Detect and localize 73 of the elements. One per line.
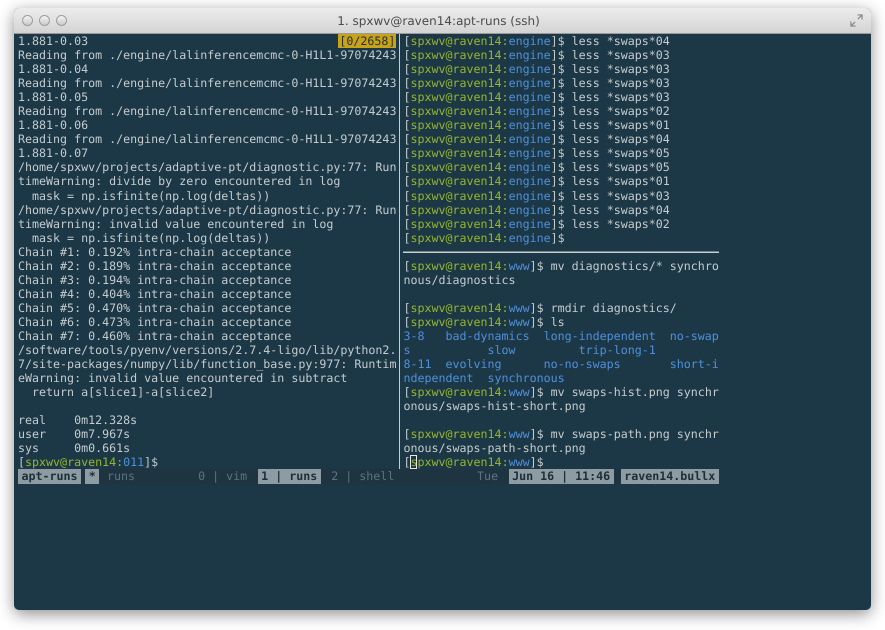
terminal-line: [s pxwv@raven14:www]$ (403, 455, 544, 470)
status-item: raven14.bullx (620, 469, 719, 484)
terminal-line: [spxwv@raven14:011]$ (18, 455, 158, 470)
terminal-line: 1.881-0.04 (18, 62, 88, 76)
terminal-line: 8-11 evolving no-no-swaps short-i (403, 357, 719, 372)
terminal-line: real 0m12.328s (18, 413, 138, 428)
terminal-line: Reading from ./engine/lalinferencemcmc-0-H1L1-97074243 (18, 48, 396, 62)
terminal-line: Chain #3: 0.194% intra-chain acceptance (18, 272, 292, 287)
terminal-line: mask = np.isfinite(np.log(deltas)) (31, 188, 270, 203)
terminal-line: [spxwv@raven14:engine]$ less *swaps*03 (403, 48, 670, 62)
terminal-line: 1.881-0.03 (18, 34, 88, 48)
terminal-line: onous/swaps-path-short.png (403, 441, 586, 456)
terminal-line: [spxwv@raven14:www]$ mv diagnostics/* synchro (403, 258, 719, 273)
fullscreen-icon[interactable] (850, 14, 863, 27)
terminal-line: Chain #1: 0.192% intra-chain acceptance (18, 244, 292, 259)
terminal-line: s slow trip-long-1 (403, 343, 656, 358)
status-item: * (85, 469, 100, 484)
terminal-line: /software/tools/pyenv/versions/2.7.4-ligo/lib/python2. (18, 343, 396, 358)
window-tab[interactable]: 1 | runs (258, 469, 321, 484)
terminal-line: ndependent synchronous (403, 371, 565, 386)
terminal-line: 1.881-0.06 (18, 118, 88, 132)
window-tab[interactable]: 2 | shell (328, 469, 398, 484)
terminal-line: [spxwv@raven14:engine]$ less *swaps*03 (403, 90, 670, 104)
terminal-line: [spxwv@raven14:engine]$ less *swaps*03 (403, 188, 670, 203)
status-item: apt-runs (18, 469, 82, 484)
terminal-line: [spxwv@raven14:engine]$ less *swaps*04 (403, 202, 670, 217)
terminal-line: nous/diagnostics (403, 272, 516, 287)
terminal-line: [spxwv@raven14:engine]$ less *swaps*03 (403, 76, 670, 90)
terminal-line: return a[slice1]-a[slice2] (31, 385, 214, 400)
terminal-line: [spxwv@raven14:engine]$ less *swaps*02 (403, 216, 670, 231)
terminal-line: [spxwv@raven14:www]$ ls (403, 314, 565, 329)
terminal-line: eWarning: invalid value encountered in subtract (18, 371, 348, 386)
terminal-line: [spxwv@raven14:www]$ rmdir diagnostics/ (403, 300, 677, 315)
terminal-line: sys 0m0.661s (18, 441, 130, 456)
status-item: Jun 16 | 11:46 (508, 469, 614, 484)
terminal-line: user 0m7.967s (18, 427, 130, 442)
terminal-line: /home/spxwv/projects/adaptive-pt/diagnostic.py:77: Run (18, 202, 396, 217)
terminal-line: Chain #5: 0.470% intra-chain acceptance (18, 300, 292, 315)
terminal-line: [spxwv@raven14:www]$ mv swaps-hist.png synchr (403, 385, 719, 400)
terminal-line: 3-8 bad-dynamics long-independent no-swap (403, 328, 719, 344)
terminal-line: 1.881-0.05 (18, 90, 88, 104)
terminal-line: [spxwv@raven14:engine]$ less *swaps*03 (403, 62, 670, 76)
terminal-line: onous/swaps-hist-short.png (403, 399, 586, 414)
terminal-line: Chain #2: 0.189% intra-chain acceptance (18, 258, 292, 273)
window-tab[interactable]: 0 | vim (194, 469, 251, 484)
terminal-line: 7/site-packages/numpy/lib/function_base.py:977: Runtim (18, 357, 396, 372)
terminal-line: 1.881-0.07 (18, 146, 88, 160)
terminal-line: [spxwv@raven14:engine]$ less *swaps*04 (403, 34, 670, 48)
terminal-line: Chain #7: 0.460% intra-chain acceptance (18, 328, 292, 344)
terminal-line: Chain #6: 0.473% intra-chain acceptance (18, 314, 292, 329)
terminal-line: Reading from ./engine/lalinferencemcmc-0-H1L1-97074243 (18, 132, 396, 146)
position-badge: [0/2658] (338, 34, 396, 48)
terminal-line: timeWarning: divide by zero encountered in log (18, 174, 340, 189)
terminal-line: [spxwv@raven14:engine]$ less *swaps*01 (403, 118, 670, 132)
terminal-line: Reading from ./engine/lalinferencemcmc-0-H1L1-97074243 (18, 76, 396, 90)
terminal-line: [spxwv@raven14:engine]$ less *swaps*01 (403, 174, 670, 189)
terminal-line: timeWarning: invalid value encountered in log (18, 216, 334, 231)
close-button[interactable] (22, 15, 33, 26)
terminal-line: [spxwv@raven14:engine]$ less *swaps*02 (403, 104, 670, 118)
terminal-line: [spxwv@raven14:www]$ mv swaps-path.png synchr (403, 427, 719, 442)
terminal-line: [spxwv@raven14:engine]$ (403, 230, 565, 245)
status-item: Tue (476, 469, 500, 484)
terminal-line: /home/spxwv/projects/adaptive-pt/diagnostic.py:77: Run (18, 160, 396, 174)
terminal-line: mask = np.isfinite(np.log(deltas)) (31, 230, 270, 245)
terminal-line: Reading from ./engine/lalinferencemcmc-0-H1L1-97074243 (18, 104, 396, 118)
minimize-button[interactable] (39, 15, 50, 26)
terminal-line: [spxwv@raven14:engine]$ less *swaps*05 (403, 160, 670, 174)
terminal-line: Chain #4: 0.404% intra-chain acceptance (18, 286, 292, 301)
status-item: runs (106, 469, 136, 484)
zoom-button[interactable] (56, 15, 67, 26)
terminal-line: [spxwv@raven14:engine]$ less *swaps*04 (403, 132, 670, 146)
window-title: 1. spxwv@raven14:apt-runs (ssh) (336, 14, 541, 28)
terminal-line: [spxwv@raven14:engine]$ less *swaps*05 (403, 146, 670, 160)
